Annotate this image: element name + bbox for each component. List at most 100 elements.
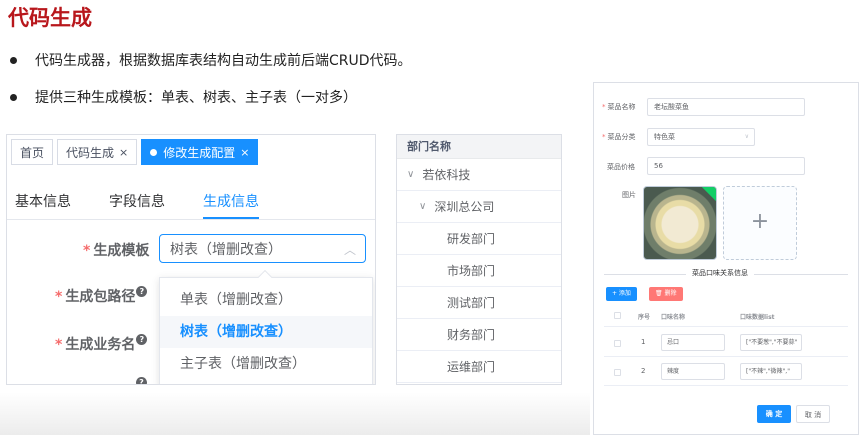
business-label: * 生成业务名?: [55, 334, 148, 354]
tag-code-gen[interactable]: 代码生成 ×: [57, 139, 138, 165]
help-icon[interactable]: ?: [136, 377, 147, 384]
dish-image-label: 图片: [622, 191, 636, 199]
flavor-name-input[interactable]: 辣度: [661, 363, 725, 380]
slide-title: 代码生成: [8, 6, 92, 30]
cut-off-label: ?: [135, 377, 147, 384]
tag-home[interactable]: 首页: [11, 139, 54, 165]
dish-price-input[interactable]: 56: [647, 157, 805, 175]
help-icon[interactable]: ?: [136, 286, 148, 297]
gen-config-panel: 首页 代码生成 × 修改生成配置 × 基本信息 字段信息 生成信息 * 生成模板 …: [6, 134, 376, 385]
delete-flavor-button[interactable]: 🗑 删除: [649, 287, 683, 301]
tree-row[interactable]: 市场部门: [397, 255, 561, 287]
flavor-list-input[interactable]: ["不辣","微辣",": [740, 363, 802, 380]
row-checkbox[interactable]: [614, 369, 621, 376]
confirm-button[interactable]: 确 定: [757, 405, 791, 423]
tag-label: 代码生成: [66, 145, 115, 160]
row-divider: [604, 385, 848, 386]
dish-form-panel: * 菜品名称 老坛酸菜鱼 * 菜品分类 特色菜 ∨ 菜品价格 56 图片 + 菜品口…: [593, 82, 859, 435]
bullet-dot-icon: [10, 93, 17, 101]
required-mark: *: [602, 103, 606, 111]
help-icon[interactable]: ?: [136, 334, 148, 345]
tag-label: 修改生成配置: [163, 145, 236, 160]
package-label: * 生成包路径?: [55, 286, 148, 306]
tags-view: 首页 代码生成 × 修改生成配置 ×: [11, 139, 262, 165]
dish-name-label: * 菜品名称: [602, 102, 636, 112]
close-icon[interactable]: ×: [240, 146, 249, 159]
dish-photo: [643, 186, 717, 260]
template-label: * 生成模板: [83, 240, 149, 260]
required-mark: *: [55, 337, 63, 353]
dish-category-select[interactable]: 特色菜 ∨: [647, 128, 755, 146]
row-checkbox[interactable]: [614, 340, 621, 347]
label-text: 菜品分类: [607, 133, 636, 141]
row-divider: [604, 326, 848, 327]
flavor-name-input[interactable]: 忌口: [661, 334, 725, 351]
option-tree-table[interactable]: 树表（增删改查）: [160, 316, 372, 348]
required-mark: *: [602, 133, 606, 141]
uploaded-check-icon: [701, 187, 716, 202]
cancel-button[interactable]: 取 消: [796, 405, 830, 423]
dish-category-label: * 菜品分类: [602, 132, 636, 142]
tree-row[interactable]: ∨ 深圳总公司: [397, 191, 561, 223]
tree-row-label: 研发部门: [447, 232, 496, 246]
col-flavor-list: 口味数据list: [740, 314, 775, 321]
template-select[interactable]: 树表（增删改查） ︿: [159, 234, 366, 263]
tree-row[interactable]: 测试部门: [397, 287, 561, 319]
option-single-table[interactable]: 单表（增删改查）: [160, 284, 372, 316]
tree-row-label: 测试部门: [447, 296, 496, 310]
tree-row[interactable]: 运维部门: [397, 351, 561, 383]
tree-row-label: 财务部门: [447, 328, 496, 342]
label-text: 生成业务名: [65, 337, 136, 353]
dish-price-label: 菜品价格: [607, 163, 635, 171]
col-flavor-name: 口味名称: [661, 314, 686, 321]
bullet-list: 代码生成器，根据数据库表结构自动生成前后端CRUD代码。 提供三种生成模板：单表…: [10, 50, 412, 124]
option-master-child-table[interactable]: 主子表（增删改查）: [160, 348, 372, 380]
tabs-divider: [7, 219, 375, 220]
section-title: 菜品口味关系信息: [686, 268, 754, 278]
tab-basic-info[interactable]: 基本信息: [15, 191, 71, 219]
tree-header: 部门名称: [397, 135, 561, 159]
bullet-dot-icon: [10, 56, 17, 64]
tab-field-info[interactable]: 字段信息: [109, 191, 165, 219]
row-index: 1: [641, 338, 646, 346]
dept-tree-panel: 部门名称 ∨ 若依科技 ∨ 深圳总公司 研发部门 市场部门 测试部门 财务部门 …: [396, 134, 562, 385]
tag-label: 首页: [20, 145, 45, 160]
sub-tabs: 基本信息 字段信息 生成信息: [15, 191, 297, 219]
label-text: 生成包路径: [65, 289, 136, 305]
tab-gen-info[interactable]: 生成信息: [203, 191, 259, 219]
add-flavor-button[interactable]: + 添加: [606, 287, 637, 301]
template-dropdown: 单表（增删改查） 树表（增删改查） 主子表（增删改查）: [159, 269, 373, 384]
select-all-checkbox[interactable]: [614, 312, 621, 319]
tree-row-label: 运维部门: [447, 360, 496, 374]
select-value: 特色菜: [654, 133, 675, 141]
bullet-item: 提供三种生成模板：单表、树表、主子表（一对多）: [10, 87, 412, 107]
tree-row-label: 若依科技: [422, 168, 471, 182]
bullet-text: 代码生成器，根据数据库表结构自动生成前后端CRUD代码。: [35, 53, 412, 69]
tag-edit-gen-config[interactable]: 修改生成配置 ×: [141, 139, 259, 165]
row-index: 2: [641, 367, 646, 375]
label-text: 菜品名称: [607, 103, 636, 111]
required-mark: *: [55, 289, 63, 305]
dish-name-input[interactable]: 老坛酸菜鱼: [647, 98, 805, 116]
dropdown-arrow: [257, 269, 273, 285]
tree-row-label: 深圳总公司: [434, 200, 495, 214]
chevron-up-icon: ︿: [343, 243, 356, 257]
tree-row[interactable]: 研发部门: [397, 223, 561, 255]
bullet-item: 代码生成器，根据数据库表结构自动生成前后端CRUD代码。: [10, 50, 412, 70]
active-dot-icon: [150, 148, 158, 156]
close-icon[interactable]: ×: [119, 146, 128, 159]
chevron-down-icon[interactable]: ∨: [407, 169, 414, 180]
select-value: 树表（增删改查）: [170, 241, 282, 258]
row-divider: [604, 356, 848, 357]
label-text: 生成模板: [93, 243, 150, 259]
tree-row[interactable]: 财务部门: [397, 319, 561, 351]
chevron-down-icon: ∨: [744, 133, 749, 140]
tree-row-label: 市场部门: [447, 264, 496, 278]
tree-row[interactable]: ∨ 若依科技: [397, 159, 561, 191]
bullet-text: 提供三种生成模板：单表、树表、主子表（一对多）: [35, 90, 357, 106]
upload-image-button[interactable]: +: [723, 186, 797, 260]
col-index: 序号: [638, 314, 651, 321]
chevron-down-icon[interactable]: ∨: [419, 201, 426, 212]
flavor-list-input[interactable]: ["不要葱","不要蒜": [740, 334, 802, 351]
bottom-shadow: [0, 392, 590, 435]
